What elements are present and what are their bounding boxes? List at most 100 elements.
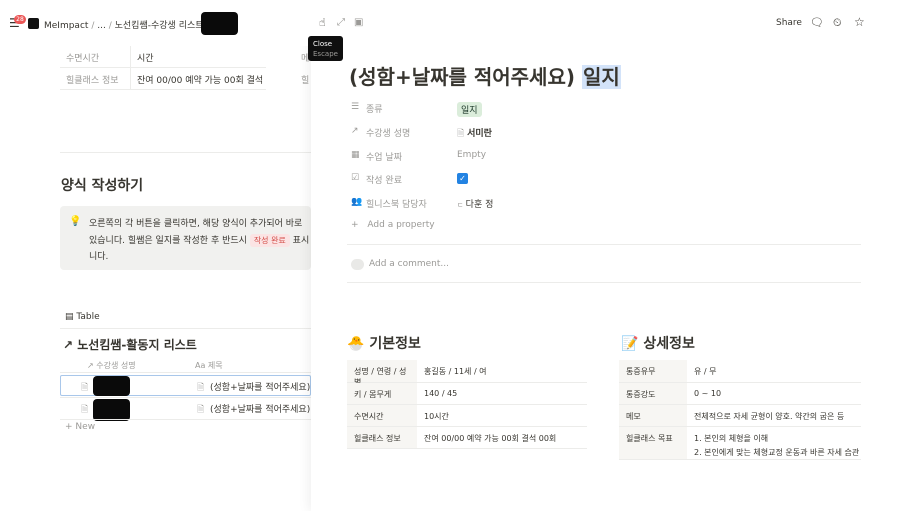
people-icon: 👥: [351, 197, 363, 207]
table-cell-text: 전체적으로 자세 균형이 양호. 약간의 굽은 등: [694, 412, 845, 421]
callout-text-part: 표시: [292, 236, 310, 246]
table-cell-text: 0 ~ 10: [694, 389, 722, 398]
row-title[interactable]: (성함+날짜를 적어주세요): [210, 380, 310, 393]
column-header-student[interactable]: ↗ 수강생 성명: [87, 360, 136, 371]
callout-text: 있습니다. 힐쌤은 일지를 작성한 후 반드시 작성 완료 표시: [89, 233, 309, 247]
property-person[interactable]: ㄷ 다훈 정: [457, 197, 493, 210]
comment-placeholder: Add a comment...: [369, 259, 450, 269]
table-cell-text: 유 / 무: [694, 367, 717, 376]
calendar-icon: ▦: [351, 150, 360, 160]
detail-info-title: 상세정보: [643, 336, 695, 352]
text-type-icon: Aa: [195, 361, 206, 370]
detail-info-heading: 📝 상세정보: [621, 333, 695, 353]
share-button[interactable]: Share: [776, 18, 802, 28]
table-cell[interactable]: 유 / 무: [687, 360, 861, 383]
basic-info-heading: 🐣 기본정보: [347, 333, 421, 353]
chick-icon: 🐣: [347, 336, 365, 352]
top-bar: ☰ 28 MeImpact / ... / 노선킴쌤-수강생 리스트 ☝ ⤢ ▣…: [0, 0, 914, 46]
page-icon: 🗎: [81, 405, 89, 415]
table-cell-text: 2. 본인에게 맞는 체형교정 운동과 바른 자세 습관: [694, 448, 860, 457]
table-header-cell: 성명 / 연령 / 성별: [347, 360, 417, 387]
divider: [60, 419, 311, 420]
callout-text-part: 있습니다. 힐쌤은 일지를 작성한 후 반드시: [89, 236, 247, 246]
property-label: 수업 날짜: [366, 153, 402, 163]
clock-icon[interactable]: ⏲: [833, 16, 842, 30]
database-title[interactable]: ↗ 노선킴쌤-활동지 리스트: [63, 336, 197, 353]
bg-row-value: 잔여 00/00 예약 가능 00회 결석 0: [137, 76, 265, 86]
row-title[interactable]: (성함+날짜를 적어주세요): [210, 402, 310, 415]
section-heading: 양식 작성하기: [61, 178, 144, 194]
property-relation[interactable]: 🗎 서미란: [457, 126, 492, 142]
basic-info-title: 기본정보: [369, 336, 421, 352]
table-header-cell: 힐클래스 정보: [347, 427, 417, 449]
close-tooltip: Close Escape: [308, 36, 343, 61]
breadcrumb-workspace[interactable]: MeImpact: [44, 21, 88, 31]
property-empty-value[interactable]: Empty: [457, 150, 486, 160]
page-icon: 🗎: [197, 405, 205, 415]
table-cell[interactable]: 1. 본인의 체형을 이해 2. 본인에게 맞는 체형교정 운동과 바른 자세 습…: [687, 427, 861, 460]
checkbox-icon: ☑: [351, 173, 360, 183]
table-divider: [60, 89, 266, 90]
table-cell[interactable]: 홍길동 / 11세 / 여: [417, 360, 587, 383]
divider: [347, 244, 861, 245]
new-row-label: New: [75, 422, 96, 432]
table-cell-text: 140 / 45: [424, 389, 458, 398]
lightbulb-icon: 💡: [69, 216, 82, 227]
page-title-selection: 일지: [581, 65, 621, 89]
breadcrumb-separator: /: [91, 21, 95, 31]
expand-icon[interactable]: ⤢: [337, 17, 345, 28]
cursor-hand-icon[interactable]: ☝: [319, 16, 326, 29]
relation-arrow-icon: ↗: [351, 126, 359, 136]
table-header-cell: 통증유무: [619, 360, 687, 383]
bg-row-value: 시간: [137, 54, 154, 64]
table-cell-text: 홍길동 / 11세 / 여: [424, 367, 487, 376]
property-row[interactable]: ☰ 종류 일지: [351, 101, 651, 121]
page-title[interactable]: (성함+날짜를 적어주세요) 일지: [349, 61, 621, 90]
bg-row-label: 힐: [301, 76, 310, 86]
table-cell[interactable]: 잔여 00/00 예약 가능 00회 결석 00회: [417, 427, 587, 449]
callout-text: 니다.: [89, 252, 109, 262]
comment-icon[interactable]: 🗨: [810, 16, 824, 29]
table-cell[interactable]: 10시간: [417, 405, 587, 427]
property-row[interactable]: 👥 힐니스북 담당자 ㄷ 다훈 정: [351, 196, 651, 216]
column-header-title[interactable]: Aa 제목: [195, 360, 223, 371]
table-cell[interactable]: 140 / 45: [417, 383, 587, 405]
new-row-button[interactable]: + New: [65, 422, 95, 432]
breadcrumb-ellipsis[interactable]: ...: [97, 21, 106, 31]
avatar: [351, 259, 364, 270]
page-icon: 🗎: [457, 129, 468, 139]
tooltip-shortcut: Escape: [313, 50, 338, 58]
divider: [60, 152, 311, 153]
checkmark-icon: ✓: [459, 174, 466, 183]
column-header-label: 제목: [207, 361, 223, 370]
add-property-button[interactable]: + Add a property: [351, 220, 435, 230]
column-header-label: 수강생 성명: [96, 361, 136, 370]
table-cell[interactable]: 전체적으로 자세 균형이 양호. 약간의 굽은 등: [687, 405, 861, 427]
table-header-cell: 메모: [619, 405, 687, 427]
relation-arrow-icon: ↗: [87, 361, 94, 370]
star-icon[interactable]: ☆: [854, 15, 865, 29]
breadcrumb-page[interactable]: 노선킴쌤-수강생 리스트: [115, 21, 204, 31]
property-row[interactable]: ▦ 수업 날짜 Empty: [351, 149, 651, 169]
table-header-cell: 통증강도: [619, 383, 687, 405]
avatar: ㄷ: [457, 201, 466, 209]
table-header-cell: 힐클래스 목표: [619, 427, 687, 460]
add-property-label: Add a property: [367, 220, 435, 230]
property-label: 힐니스북 담당자: [366, 200, 427, 210]
person-name: 다훈 정: [465, 200, 494, 210]
list-icon: ☰: [351, 102, 360, 112]
tooltip-title: Close: [313, 40, 333, 48]
property-checkbox[interactable]: ✓: [457, 173, 468, 184]
view-tab-table[interactable]: ▤ Table: [65, 312, 100, 322]
comment-input[interactable]: Add a comment...: [347, 252, 861, 280]
breadcrumb-separator: /: [108, 21, 112, 31]
table-header-cell: 수면시간: [347, 405, 417, 427]
property-tag[interactable]: 일지: [457, 102, 482, 117]
table-cell[interactable]: 0 ~ 10: [687, 383, 861, 405]
property-row[interactable]: ☑ 작성 완료 ✓: [351, 172, 651, 192]
property-row[interactable]: ↗ 수강생 성명 🗎 서미란: [351, 125, 651, 145]
table-divider: [130, 44, 131, 90]
side-peek-icon[interactable]: ▣: [354, 17, 363, 28]
breadcrumb: MeImpact / ... / 노선킴쌤-수강생 리스트: [44, 18, 204, 31]
bg-row-label: 수면시간: [66, 54, 100, 64]
